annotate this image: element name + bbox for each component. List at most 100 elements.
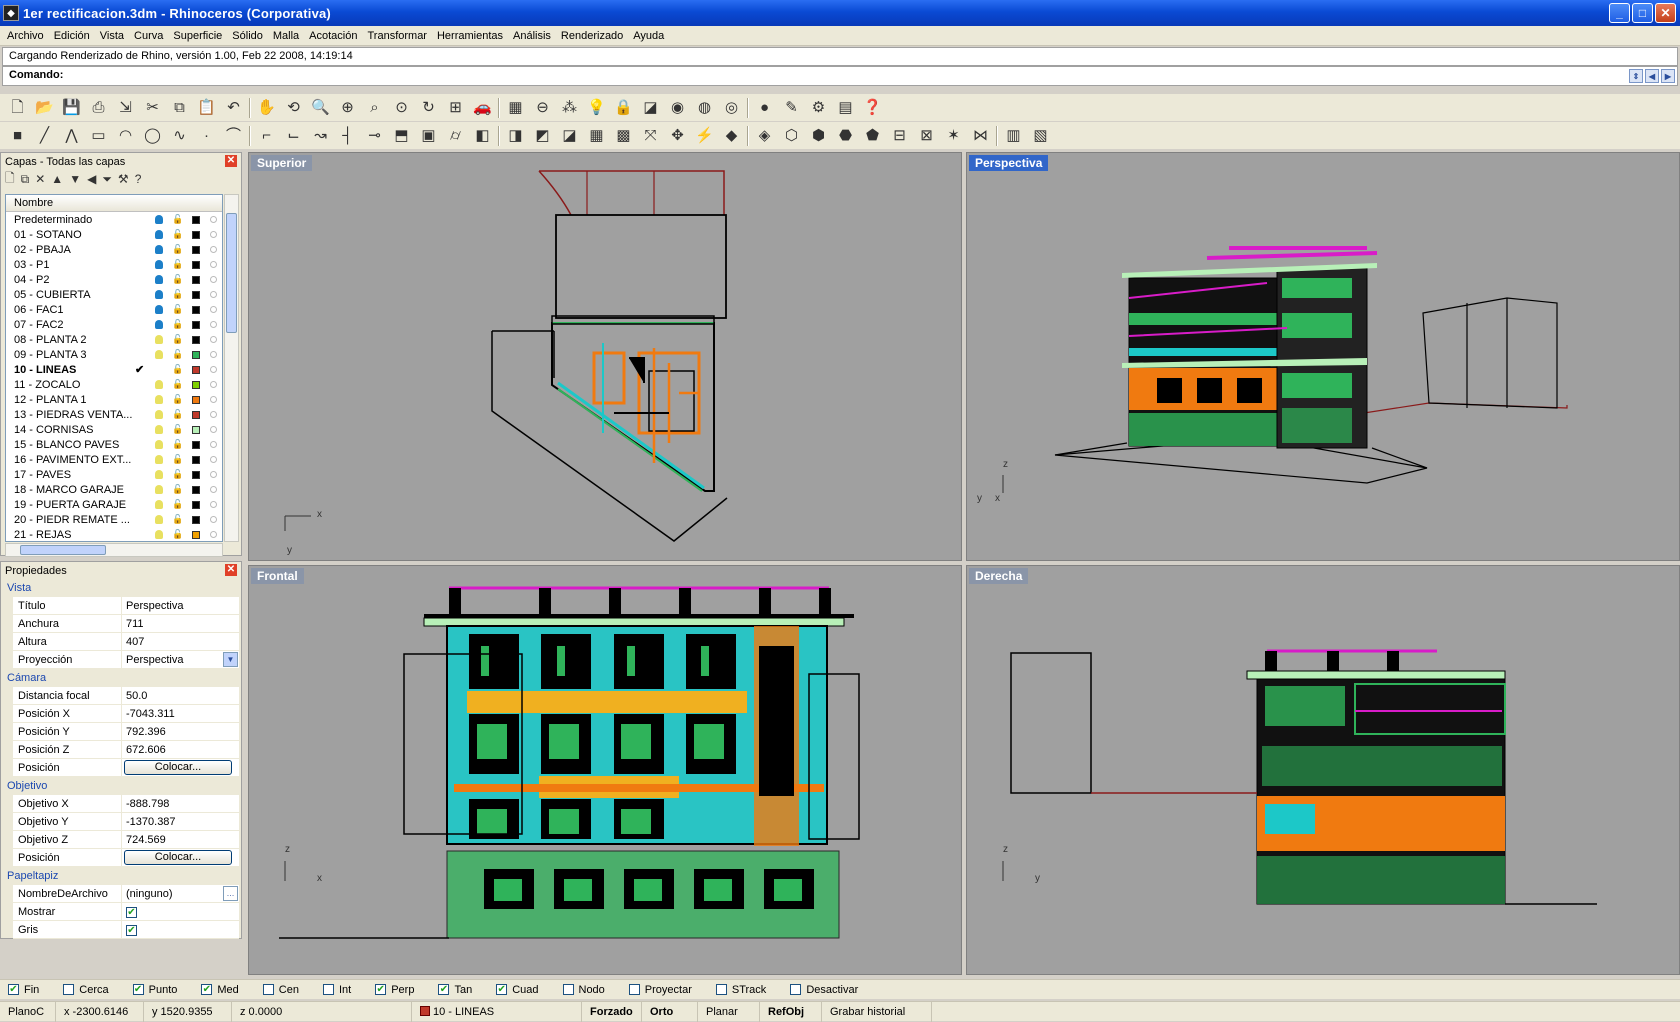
layer-material-dot-icon[interactable] (210, 426, 217, 433)
properties-panel-close-icon[interactable]: ✕ (225, 564, 237, 576)
gear-settings-icon[interactable]: ⚙ (807, 97, 830, 119)
osnap-checkbox[interactable] (790, 984, 802, 995)
layer-visibility-bulb-icon[interactable] (155, 350, 163, 359)
open-file-icon[interactable]: 📂 (33, 97, 56, 119)
select-points-icon[interactable]: ⁂ (558, 97, 581, 119)
array-icon[interactable]: ⊠ (915, 125, 938, 147)
layer-color-swatch[interactable] (192, 230, 200, 239)
layer-lock-icon[interactable]: 🔓 (172, 454, 183, 465)
layer-color-swatch[interactable] (192, 215, 200, 224)
curve-e-icon[interactable]: ↝ (309, 125, 332, 147)
status-orto[interactable]: Orto (642, 1001, 698, 1022)
layer-row[interactable]: 09 - PLANTA 3 🔓 (6, 347, 222, 362)
layer-color-swatch[interactable] (192, 530, 200, 539)
arc-icon[interactable]: ◠ (114, 125, 137, 147)
layer-row[interactable]: 08 - PLANTA 2 🔓 (6, 332, 222, 347)
osnap-cen[interactable]: Cen (262, 984, 299, 996)
curve-d-icon[interactable]: ⌙ (282, 125, 305, 147)
status-planar[interactable]: Planar (698, 1001, 760, 1022)
command-line[interactable]: Comando: ⇕ ◀ ▶ (2, 66, 1678, 86)
curve-icon[interactable]: ∿ (168, 125, 191, 147)
layer-material-dot-icon[interactable] (210, 456, 217, 463)
layer-visibility-bulb-icon[interactable] (155, 425, 163, 434)
layer-color-swatch[interactable] (192, 500, 200, 509)
move-down-icon[interactable]: ▼ (69, 172, 81, 186)
layer-visibility-bulb-icon[interactable] (155, 275, 163, 284)
rhino-app-icon[interactable]: ◆ (3, 5, 19, 21)
mesh-b-icon[interactable]: ▩ (612, 125, 635, 147)
browse-file-icon[interactable]: … (223, 885, 238, 901)
osnap-fin[interactable]: ✔ Fin (8, 984, 39, 996)
layer-material-dot-icon[interactable] (210, 411, 217, 418)
render-a-icon[interactable]: ▥ (1002, 125, 1025, 147)
layer-lock-icon[interactable]: 🔓 (172, 304, 183, 315)
layer-lock-icon[interactable]: 🔓 (172, 259, 183, 270)
layer-lock-icon[interactable]: 🔓 (172, 334, 183, 345)
osnap-checkbox[interactable] (628, 984, 640, 995)
layer-row[interactable]: 02 - PBAJA 🔓 (6, 242, 222, 257)
layer-lock-icon[interactable]: 🔓 (172, 289, 183, 300)
layer-material-dot-icon[interactable] (210, 321, 217, 328)
layer-color-swatch[interactable] (192, 275, 200, 284)
viewport-label-top[interactable]: Superior (251, 155, 313, 171)
hscroll-thumb[interactable] (20, 545, 106, 555)
layer-material-dot-icon[interactable] (210, 351, 217, 358)
polyline-icon[interactable]: ⋀ (60, 125, 83, 147)
layer-color-swatch[interactable] (192, 440, 200, 449)
layer-color-swatch[interactable] (192, 350, 200, 359)
zoom-dynamic-icon[interactable]: 🔍 (309, 97, 332, 119)
point-icon[interactable]: · (195, 125, 218, 147)
render-b-icon[interactable]: ▧ (1029, 125, 1052, 147)
rotate-view-icon[interactable]: ⟲ (282, 97, 305, 119)
tools-icon[interactable]: ⚒ (118, 172, 129, 186)
box-icon[interactable]: ▣ (417, 125, 440, 147)
cylinder-icon[interactable]: ⌭ (444, 125, 467, 147)
place-button[interactable]: Colocar... (124, 849, 232, 865)
vscroll-thumb[interactable] (226, 213, 237, 333)
viewport-right[interactable]: Derecha z y (966, 565, 1680, 975)
close-button[interactable]: ✕ (1655, 3, 1676, 23)
osnap-checkbox[interactable] (322, 984, 334, 995)
solid-d-icon[interactable]: ⬢ (807, 125, 830, 147)
layer-row[interactable]: 04 - P2 🔓 (6, 272, 222, 287)
explode-icon[interactable]: ✶ (942, 125, 965, 147)
options-circle-icon[interactable]: ⊖ (531, 97, 554, 119)
extrude-icon[interactable]: ⬒ (390, 125, 413, 147)
property-value[interactable]: Colocar... (121, 848, 239, 867)
grid-b-icon[interactable]: ⊟ (888, 125, 911, 147)
analyze-icon[interactable]: ⚡ (693, 125, 716, 147)
layer-visibility-bulb-icon[interactable] (155, 305, 163, 314)
chevron-down-icon[interactable]: ▼ (223, 651, 238, 667)
layer-lock-icon[interactable]: 🔓 (172, 379, 183, 390)
surface-b-icon[interactable]: ◨ (504, 125, 527, 147)
curve-b-icon[interactable]: ⌒ (222, 125, 245, 147)
minimize-button[interactable]: _ (1609, 3, 1630, 23)
layer-lock-icon[interactable]: 🔓 (172, 514, 183, 525)
osnap-proyectar[interactable]: Proyectar (628, 984, 692, 996)
layer-lock-icon[interactable]: 🔓 (172, 394, 183, 405)
osnap-cuad[interactable]: ✔ Cuad (496, 984, 539, 996)
property-section-title[interactable]: Vista (1, 579, 241, 597)
osnap-checkbox[interactable]: ✔ (132, 984, 144, 995)
property-value[interactable]: Colocar... (121, 758, 239, 777)
delete-layer-icon[interactable]: ✕ (35, 172, 45, 186)
layer-visibility-bulb-icon[interactable] (155, 500, 163, 509)
print-icon[interactable]: ⎙ (87, 97, 110, 119)
menu-archivo[interactable]: Archivo (2, 30, 49, 42)
viewport-front[interactable]: Frontal z x (248, 565, 962, 975)
menu-superficie[interactable]: Superficie (168, 30, 227, 42)
menu-curva[interactable]: Curva (129, 30, 168, 42)
layer-color-swatch[interactable] (192, 395, 200, 404)
boolean-a-icon[interactable]: ◩ (531, 125, 554, 147)
layers-panel-close-icon[interactable]: ✕ (225, 155, 237, 167)
color-wheel-icon[interactable]: ◉ (666, 97, 689, 119)
layer-row[interactable]: 03 - P1 🔓 (6, 257, 222, 272)
layer-visibility-bulb-icon[interactable] (155, 380, 163, 389)
osnap-tan[interactable]: ✔ Tan (438, 984, 472, 996)
maximize-button[interactable]: □ (1632, 3, 1653, 23)
layer-color-swatch[interactable] (192, 515, 200, 524)
layer-lock-icon[interactable]: 🔓 (172, 364, 183, 375)
layer-row[interactable]: 21 - REJAS 🔓 (6, 527, 222, 541)
layer-visibility-bulb-icon[interactable] (155, 470, 163, 479)
layer-material-dot-icon[interactable] (210, 531, 217, 538)
